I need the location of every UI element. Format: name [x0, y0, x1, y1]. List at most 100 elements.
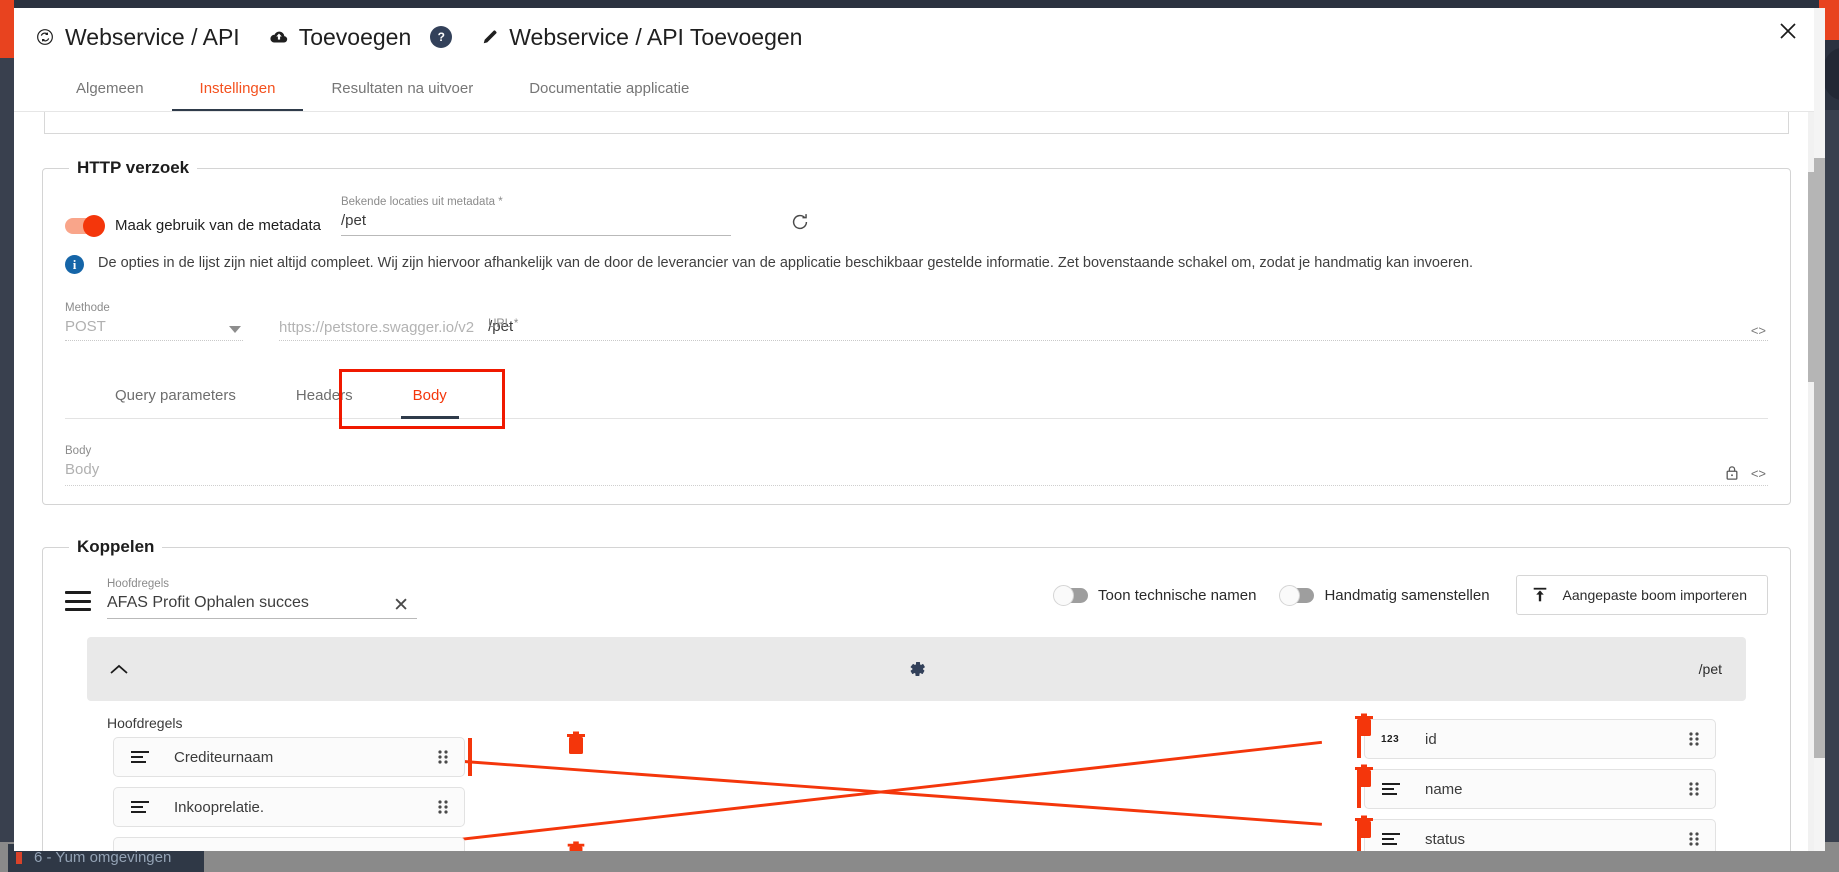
page-scrollbar-thumb[interactable]	[1814, 158, 1825, 758]
tab-resultaten-na-uitvoer[interactable]: Resultaten na uitvoer	[303, 66, 501, 111]
request-inner-tabs-wrap: Query parameters Headers Body	[65, 369, 1768, 429]
chevron-up-icon[interactable]	[109, 663, 129, 676]
drag-handle-icon[interactable]	[436, 748, 450, 766]
section-title-http-verzoek: HTTP verzoek	[77, 158, 190, 177]
drag-handle-icon[interactable]	[1687, 780, 1701, 798]
toggle-knob	[1279, 584, 1301, 606]
metadata-location-label: Bekende locaties uit metadata *	[340, 196, 503, 208]
url-base-prefix: https://petstore.swagger.io/v2	[279, 319, 475, 336]
code-icon[interactable]: <>	[1751, 466, 1766, 481]
mapping-target-node[interactable]: status	[1357, 819, 1716, 851]
drag-handle-icon[interactable]	[436, 798, 450, 816]
mapping-target-label: id	[1425, 730, 1437, 748]
breadcrumb: Webservice / API Toevoegen ? Webservice …	[14, 8, 1819, 66]
delete-connection-icon[interactable]	[1353, 713, 1375, 739]
refresh-metadata-button[interactable]	[787, 209, 813, 235]
source-select-label: Hoofdregels	[107, 578, 170, 590]
koppelen-toolbar: Hoofdregels AFAS Profit Ophalen succes ✕…	[65, 575, 1768, 619]
url-label: URL *	[488, 318, 519, 330]
metadata-info-row: i De opties in de lijst zijn niet altijd…	[65, 254, 1768, 274]
tree-header: /pet	[87, 637, 1746, 701]
koppelen-options: Toon technische namen Handmatig samenste…	[1053, 575, 1768, 619]
mapping-source-node[interactable]: Inkooprelatie.	[113, 787, 465, 827]
metadata-info-text: De opties in de lijst zijn niet altijd c…	[98, 255, 1474, 271]
settings-scroll-area: HTTP verzoek Maak gebruik van de metadat…	[14, 112, 1819, 851]
dialog-webservice-api: Webservice / API Toevoegen ? Webservice …	[14, 8, 1819, 851]
method-url-row: Methode POST https://petstore.swagger.io…	[65, 302, 1768, 341]
delete-connection-icon[interactable]	[1353, 764, 1375, 790]
section-koppelen: Koppelen Hoofdregels AFAS Profit Ophalen…	[42, 537, 1791, 851]
url-field[interactable]: https://petstore.swagger.io/v2 URL * /pe…	[279, 318, 1768, 341]
source-select-value: AFAS Profit Ophalen succes	[107, 594, 309, 611]
mapping-source-label: Inkooprelatie.	[174, 798, 265, 816]
toggle-knob	[83, 214, 105, 237]
delete-connection-icon[interactable]	[565, 841, 587, 851]
metadata-toggle-wrap[interactable]: Maak gebruik van de metadata	[65, 214, 321, 237]
delete-connection-icon[interactable]	[565, 731, 587, 757]
text-field-icon	[1381, 782, 1407, 796]
mapping-source-node[interactable]	[113, 837, 465, 851]
toggle-toon-technische-namen-wrap[interactable]: Toon technische namen	[1053, 584, 1256, 606]
mapping-target-node[interactable]: 123 id	[1357, 719, 1716, 759]
mapping-target-label: status	[1425, 830, 1466, 848]
hamburger-icon[interactable]	[65, 591, 91, 611]
mapping-target-node[interactable]: name	[1357, 769, 1716, 809]
body-input[interactable]: Body	[65, 461, 99, 478]
inner-tab-headers[interactable]: Headers	[266, 371, 383, 418]
mapping-source-label: Crediteurnaam	[174, 748, 274, 766]
source-select-wrap: Hoofdregels AFAS Profit Ophalen succes ✕	[65, 578, 417, 619]
cloud-upload-icon	[268, 26, 290, 48]
tab-algemeen[interactable]: Algemeen	[48, 66, 172, 111]
chevron-down-icon[interactable]	[229, 326, 241, 333]
cloud-sync-icon	[34, 26, 56, 48]
clear-source-icon[interactable]: ✕	[393, 596, 409, 615]
text-field-icon	[130, 750, 156, 764]
breadcrumb-label: Toevoegen	[298, 23, 412, 50]
metadata-location-value: /pet	[340, 212, 366, 229]
lock-icon[interactable]	[1725, 465, 1739, 481]
number-field-icon: 123	[1381, 734, 1407, 745]
code-icon[interactable]: <>	[1751, 323, 1766, 338]
breadcrumb-item-toevoegen[interactable]: Toevoegen ?	[268, 24, 453, 51]
metadata-toggle[interactable]	[65, 214, 105, 237]
drag-handle-icon[interactable]	[1687, 830, 1701, 848]
refresh-icon	[792, 214, 808, 230]
upload-icon	[1531, 586, 1549, 604]
body-field[interactable]: Body Body <>	[65, 445, 1768, 486]
drag-handle-icon[interactable]	[1687, 730, 1701, 748]
mapping-source-column: Crediteurnaam Inkooprelatie.	[113, 737, 472, 851]
toggle-handmatig-samenstellen-wrap[interactable]: Handmatig samenstellen	[1279, 584, 1490, 606]
import-custom-tree-button[interactable]: Aangepaste boom importeren	[1515, 575, 1768, 615]
toggle-toon-technische-namen[interactable]	[1053, 584, 1089, 606]
breadcrumb-item-webservice-api[interactable]: Webservice / API	[34, 24, 240, 51]
inner-tab-body[interactable]: Body	[383, 371, 477, 419]
page-scrollbar[interactable]	[1814, 8, 1825, 851]
mapping-source-node[interactable]: Crediteurnaam	[113, 737, 472, 777]
source-select[interactable]: Hoofdregels AFAS Profit Ophalen succes	[107, 578, 417, 619]
tab-bar: Algemeen Instellingen Resultaten na uitv…	[14, 66, 1819, 112]
method-label: Methode	[65, 302, 110, 314]
connection-anchor[interactable]	[468, 738, 472, 776]
close-button[interactable]	[1773, 16, 1803, 46]
metadata-location-field[interactable]: Bekende locaties uit metadata * /pet	[340, 196, 808, 236]
metadata-row: Maak gebruik van de metadata Bekende loc…	[65, 196, 1768, 237]
gear-icon[interactable]	[906, 658, 928, 680]
toggle-handmatig-samenstellen[interactable]	[1279, 584, 1315, 606]
tab-documentatie-applicatie[interactable]: Documentatie applicatie	[501, 66, 717, 111]
number-icon-text: 123	[1381, 733, 1400, 745]
delete-connection-icon[interactable]	[1353, 815, 1375, 841]
tab-instellingen[interactable]: Instellingen	[171, 66, 304, 111]
method-select[interactable]: Methode POST	[65, 302, 243, 341]
breadcrumb-label: Webservice / API Toevoegen	[509, 23, 803, 50]
help-icon[interactable]: ?	[430, 26, 453, 48]
bg-stripe-left	[0, 58, 14, 872]
close-icon	[1780, 23, 1796, 39]
text-field-icon	[1381, 832, 1407, 846]
mapping-target-label: name	[1425, 780, 1463, 798]
inner-tab-query-parameters[interactable]: Query parameters	[85, 371, 266, 418]
mapping-area: Hoofdregels Crediteurnaam Inkooprelatie.…	[65, 713, 1768, 851]
metadata-toggle-label: Maak gebruik van de metadata	[115, 217, 321, 234]
breadcrumb-label: Webservice / API	[65, 23, 240, 50]
pencil-icon	[480, 27, 500, 47]
info-icon: i	[65, 255, 84, 274]
